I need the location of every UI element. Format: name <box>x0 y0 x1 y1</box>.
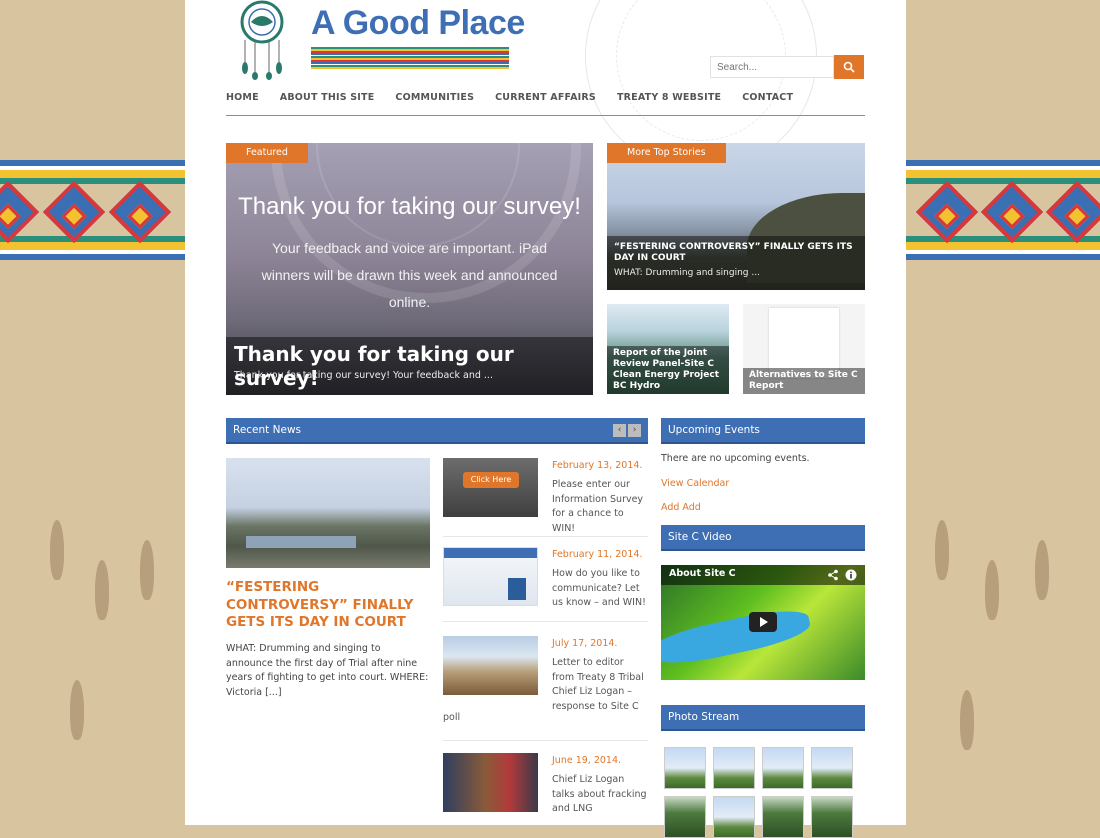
play-button-icon[interactable] <box>749 612 777 632</box>
news-thumb[interactable]: Click Here <box>443 458 538 517</box>
share-icon[interactable] <box>827 569 839 581</box>
chevron-right-icon: › <box>632 425 637 435</box>
top-story-thumb-alternatives[interactable]: Alternatives to Site C Report <box>743 304 865 394</box>
search-icon <box>843 61 855 73</box>
divider <box>443 536 648 537</box>
photo-thumbnail[interactable] <box>664 796 706 838</box>
featured-headline: Thank you for taking our survey! <box>238 193 581 220</box>
top-story-thumb-report[interactable]: Report of the Joint Review Panel-Site C … <box>607 304 729 394</box>
featured-caption-text: Thank you for taking our survey! Your fe… <box>234 370 493 381</box>
video-topbar: About Site C <box>661 565 865 585</box>
add-event-link[interactable]: Add Add <box>661 502 701 513</box>
feather-decoration <box>1035 540 1049 600</box>
feather-decoration <box>95 560 109 620</box>
top-story-title[interactable]: “FESTERING CONTROVERSY” FINALLY GETS ITS… <box>614 242 854 264</box>
news-date: February 11, 2014. <box>552 549 643 560</box>
photo-thumbnail[interactable] <box>664 747 706 789</box>
prev-button[interactable]: ‹ <box>613 424 626 437</box>
photo-stream-header: Photo Stream <box>661 705 865 731</box>
photo-thumbnail[interactable] <box>762 747 804 789</box>
top-story-text: WHAT: Drumming and singing ... <box>614 268 760 278</box>
feather-decoration <box>985 560 999 620</box>
nav-treaty8[interactable]: TREATY 8 WEBSITE <box>617 92 721 115</box>
featured-caption: Thank you for taking our survey! Thank y… <box>226 337 593 395</box>
page-container: A Good Place HOME ABOUT THIS SITE COMMUN… <box>185 0 906 838</box>
feather-decoration <box>50 520 64 580</box>
news-date: July 17, 2014. <box>552 638 618 649</box>
featured-subtext: Your feedback and voice are important. i… <box>261 240 558 310</box>
ipad-image <box>508 578 526 600</box>
recent-news-lead-title[interactable]: “FESTERING CONTROVERSY” FINALLY GETS ITS… <box>226 579 430 632</box>
view-calendar-link[interactable]: View Calendar <box>661 478 729 489</box>
thumb-alternatives-caption: Alternatives to Site C Report <box>743 368 865 394</box>
river-shape <box>246 536 356 548</box>
dreamcatcher-logo-icon[interactable] <box>233 0 291 80</box>
news-thumb[interactable] <box>443 636 538 695</box>
top-story-main[interactable]: More Top Stories “FESTERING CONTROVERSY”… <box>607 143 865 290</box>
recent-news-header: Recent News ‹ › <box>226 418 648 444</box>
site-title[interactable]: A Good Place <box>311 4 525 43</box>
featured-caption-title[interactable]: Thank you for taking our survey! <box>234 342 593 390</box>
info-icon[interactable] <box>845 569 857 581</box>
nav-current-affairs[interactable]: CURRENT AFFAIRS <box>495 92 596 115</box>
feather-decoration <box>140 540 154 600</box>
chevron-left-icon: ‹ <box>617 425 622 435</box>
news-text[interactable]: Please enter our Information Survey for … <box>552 478 648 536</box>
thumb-header-strip <box>444 548 537 558</box>
news-text[interactable]: Chief Liz Logan talks about fracking and… <box>552 773 648 817</box>
photo-thumbnail[interactable] <box>811 796 853 838</box>
river-render <box>661 603 813 671</box>
no-events-text: There are no upcoming events. <box>661 453 810 464</box>
thumb-report-caption: Report of the Joint Review Panel-Site C … <box>607 346 729 394</box>
video-title: About Site C <box>669 568 736 579</box>
divider <box>443 621 648 622</box>
photo-thumbnail[interactable] <box>762 796 804 838</box>
featured-slide[interactable]: Featured Thank you for taking our survey… <box>226 143 593 395</box>
search-input[interactable] <box>710 56 834 78</box>
recent-news-heading: Recent News <box>233 424 301 436</box>
title-beadwork-stripe <box>311 47 509 69</box>
next-button[interactable]: › <box>628 424 641 437</box>
more-top-stories-tag: More Top Stories <box>607 143 726 163</box>
news-date: February 13, 2014. <box>552 460 643 471</box>
recent-news-lead-excerpt: WHAT: Drumming and singing to announce t… <box>226 643 429 698</box>
divider <box>443 740 648 741</box>
news-text[interactable]: Letter to editor from Treaty 8 Tribal Ch… <box>552 656 648 714</box>
site-c-video-header: Site C Video <box>661 525 865 551</box>
click-here-badge: Click Here <box>463 472 519 488</box>
feather-decoration <box>935 520 949 580</box>
main-nav: HOME ABOUT THIS SITE COMMUNITIES CURRENT… <box>226 92 865 116</box>
news-thumb[interactable] <box>443 753 538 812</box>
site-c-video-heading: Site C Video <box>668 531 732 543</box>
news-text-continued: poll <box>443 712 461 723</box>
upcoming-events-heading: Upcoming Events <box>668 424 760 436</box>
news-text[interactable]: How do you like to communicate? Let us k… <box>552 567 648 611</box>
video-player[interactable]: About Site C <box>661 565 865 680</box>
photo-thumbnail[interactable] <box>811 747 853 789</box>
recent-news-lead-image[interactable] <box>226 458 430 568</box>
news-date: June 19, 2014. <box>552 755 622 766</box>
photo-thumbnail[interactable] <box>713 747 755 789</box>
upcoming-events-header: Upcoming Events <box>661 418 865 444</box>
photo-stream-heading: Photo Stream <box>668 711 740 723</box>
nav-communities[interactable]: COMMUNITIES <box>395 92 474 115</box>
news-thumb[interactable] <box>443 547 538 606</box>
nav-contact[interactable]: CONTACT <box>742 92 793 115</box>
photo-thumbnail[interactable] <box>713 796 755 838</box>
search-button[interactable] <box>834 55 864 79</box>
feather-decoration <box>70 680 84 740</box>
top-story-caption: “FESTERING CONTROVERSY” FINALLY GETS ITS… <box>607 236 865 290</box>
feather-decoration <box>960 690 974 750</box>
nav-about[interactable]: ABOUT THIS SITE <box>280 92 375 115</box>
nav-home[interactable]: HOME <box>226 92 259 115</box>
featured-tag: Featured <box>226 143 308 163</box>
